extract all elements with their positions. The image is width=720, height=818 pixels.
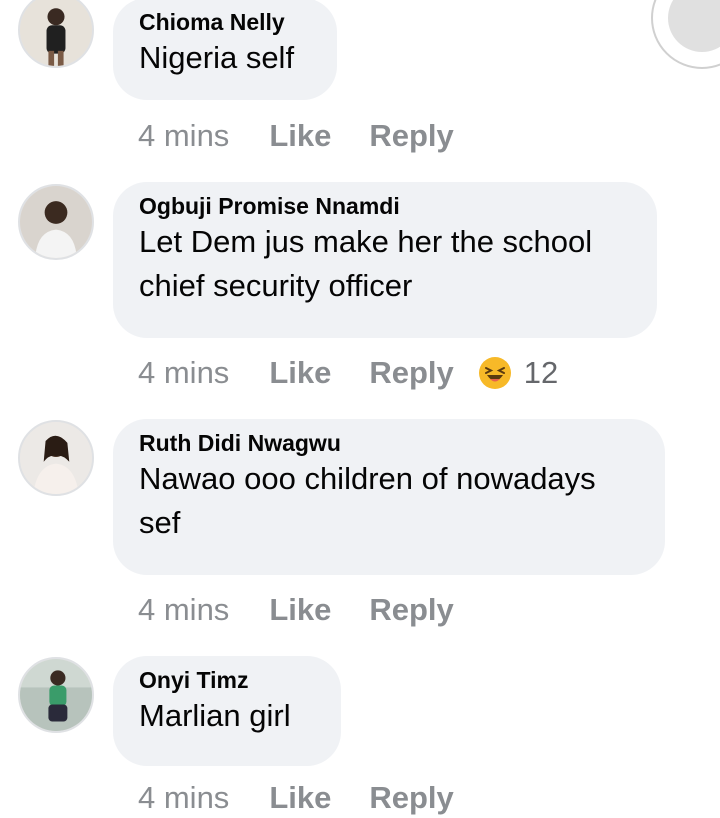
comment-bubble: Ogbuji Promise Nnamdi Let Dem jus make h…: [113, 182, 657, 338]
comment-actions: 4 mins Like Reply: [138, 590, 492, 630]
like-button[interactable]: Like: [269, 592, 331, 628]
like-button[interactable]: Like: [269, 355, 331, 391]
comment-actions: 4 mins Like Reply: [138, 116, 492, 156]
like-button[interactable]: Like: [269, 118, 331, 154]
comment-text: Nigeria self: [139, 40, 295, 75]
reply-button[interactable]: Reply: [369, 355, 453, 391]
comment-bubble: Chioma Nelly Nigeria self: [113, 0, 337, 100]
comment-actions: 4 mins Like Reply: [138, 778, 492, 818]
comment-bubble: Onyi Timz Marlian girl: [113, 656, 341, 766]
reply-button[interactable]: Reply: [369, 780, 453, 816]
floating-action-icon[interactable]: [650, 0, 720, 70]
comment-text: Nawao ooo children of nowadays sef: [139, 461, 596, 540]
comment-text: Let Dem jus make her the school chief se…: [139, 224, 593, 303]
commenter-name[interactable]: Ogbuji Promise Nnamdi: [139, 192, 631, 220]
like-button[interactable]: Like: [269, 780, 331, 816]
avatar[interactable]: [18, 657, 94, 733]
reply-button[interactable]: Reply: [369, 592, 453, 628]
commenter-name[interactable]: Ruth Didi Nwagwu: [139, 429, 639, 457]
reaction-count: 12: [523, 355, 559, 390]
comment-bubble: Ruth Didi Nwagwu Nawao ooo children of n…: [113, 419, 665, 575]
timestamp[interactable]: 4 mins: [138, 592, 229, 628]
reaction-summary[interactable]: 12: [478, 355, 558, 391]
commenter-name[interactable]: Onyi Timz: [139, 666, 315, 694]
avatar[interactable]: [18, 420, 94, 496]
comment-actions: 4 mins Like Reply 12: [138, 353, 558, 393]
timestamp[interactable]: 4 mins: [138, 780, 229, 816]
timestamp[interactable]: 4 mins: [138, 118, 229, 154]
reply-button[interactable]: Reply: [369, 118, 453, 154]
comment-text: Marlian girl: [139, 698, 291, 733]
commenter-name[interactable]: Chioma Nelly: [139, 8, 311, 36]
avatar[interactable]: [18, 184, 94, 260]
avatar[interactable]: [18, 0, 94, 68]
timestamp[interactable]: 4 mins: [138, 355, 229, 391]
laughing-emoji-icon: [478, 356, 512, 390]
